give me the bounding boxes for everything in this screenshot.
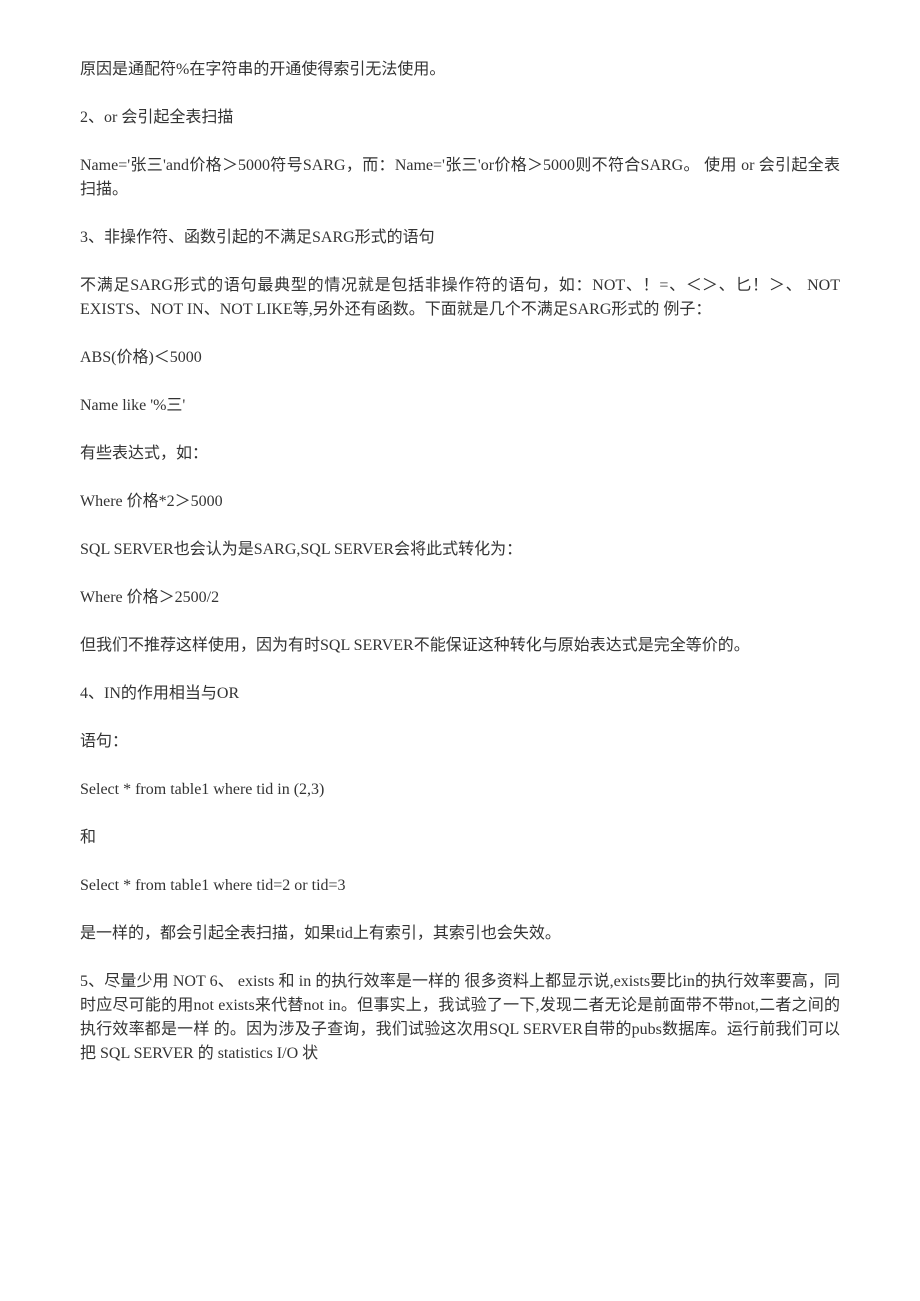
paragraph: Select * from table1 where tid=2 or tid=…	[80, 874, 840, 898]
paragraph: SQL SERVER也会认为是SARG,SQL SERVER会将此式转化为：	[80, 538, 840, 562]
paragraph: Where 价格*2＞5000	[80, 490, 840, 514]
paragraph: Name='张三'and价格＞5000符号SARG，而：Name='张三'or价…	[80, 154, 840, 202]
paragraph: Where 价格＞2500/2	[80, 586, 840, 610]
paragraph: 2、or 会引起全表扫描	[80, 106, 840, 130]
paragraph: ABS(价格)＜5000	[80, 346, 840, 370]
paragraph: Select * from table1 where tid in (2,3)	[80, 778, 840, 802]
paragraph: 是一样的，都会引起全表扫描，如果tid上有索引，其索引也会失效。	[80, 922, 840, 946]
paragraph: Name like '%三'	[80, 394, 840, 418]
paragraph: 5、尽量少用 NOT 6、 exists 和 in 的执行效率是一样的 很多资料…	[80, 970, 840, 1066]
paragraph: 但我们不推荐这样使用，因为有时SQL SERVER不能保证这种转化与原始表达式是…	[80, 634, 840, 658]
paragraph: 原因是通配符%在字符串的开通使得索引无法使用。	[80, 58, 840, 82]
paragraph: 不满足SARG形式的语句最典型的情况就是包括非操作符的语句，如：NOT、！=、＜…	[80, 274, 840, 322]
paragraph: 3、非操作符、函数引起的不满足SARG形式的语句	[80, 226, 840, 250]
paragraph: 有些表达式，如：	[80, 442, 840, 466]
paragraph: 和	[80, 826, 840, 850]
paragraph: 4、IN的作用相当与OR	[80, 682, 840, 706]
paragraph: 语句：	[80, 730, 840, 754]
